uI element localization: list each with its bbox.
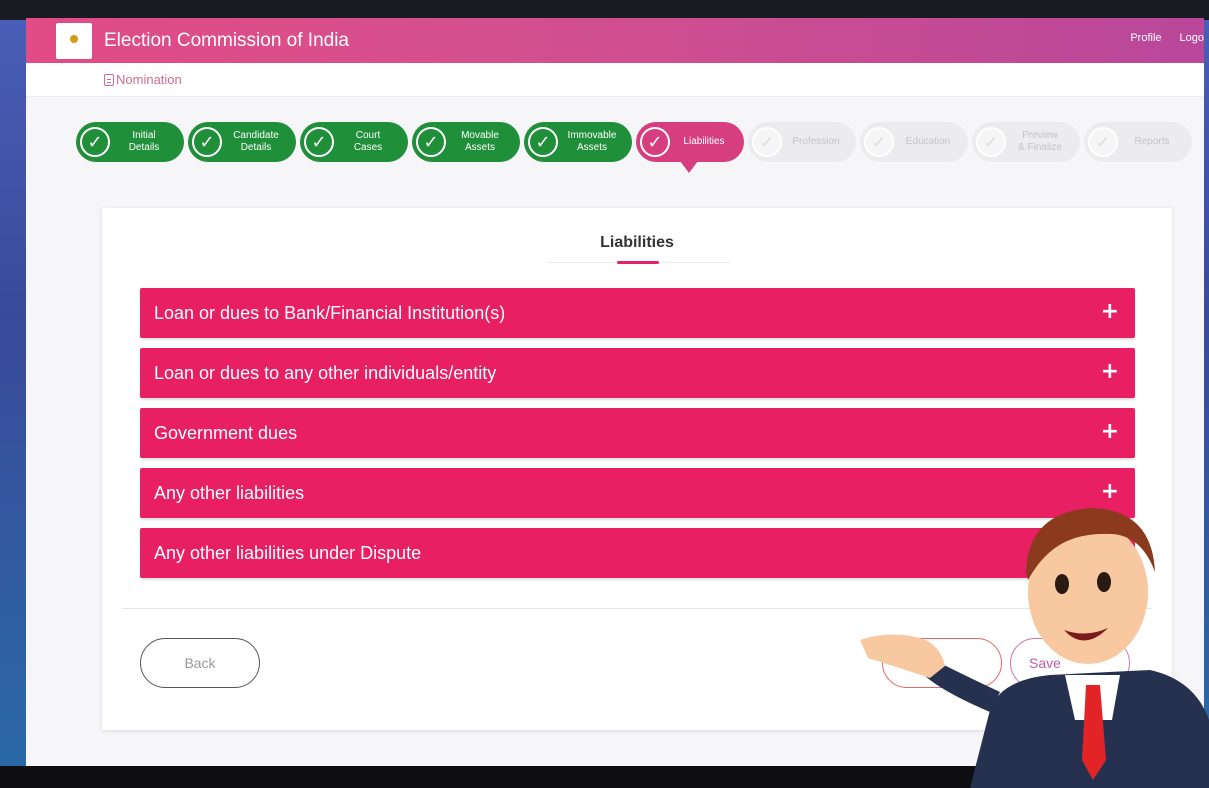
title-underline: [617, 261, 659, 264]
sub-header: Nomination: [26, 63, 1204, 97]
breadcrumb-label: Nomination: [116, 72, 182, 87]
plus-icon[interactable]: +: [1101, 300, 1119, 324]
accordion-label: Government dues: [154, 422, 298, 443]
eci-logo: [56, 22, 92, 59]
plus-icon[interactable]: +: [1101, 360, 1119, 384]
step-profession[interactable]: ✓ Profession: [748, 122, 856, 162]
progress-stepper: ✓ Initial Details ✓ Candidate Details ✓ …: [76, 122, 1192, 173]
accordion-government-dues[interactable]: Government dues +: [140, 408, 1135, 458]
check-icon: ✓: [752, 127, 782, 157]
app-title: Election Commission of India: [104, 29, 349, 51]
header-bar: Election Commission of India Profile Log…: [26, 18, 1204, 63]
accordion-label: Loan or dues to Bank/Financial Instituti…: [154, 302, 506, 323]
monitor-frame-top: [0, 0, 1209, 20]
check-icon: ✓: [304, 127, 334, 157]
plus-icon[interactable]: +: [1101, 420, 1119, 444]
waving-hand: [860, 634, 945, 678]
accordion-label: Any other liabilities under Dispute: [154, 542, 422, 563]
check-icon: ✓: [640, 127, 670, 157]
check-icon: ✓: [80, 127, 110, 157]
check-icon: ✓: [528, 127, 558, 157]
step-label: Initial Details: [128, 130, 160, 153]
step-liabilities[interactable]: ✓ Liabilities: [636, 122, 744, 173]
check-icon: ✓: [1088, 127, 1118, 157]
step-label: Profession: [792, 136, 840, 147]
step-label: Liabilities: [683, 136, 725, 147]
step-court-cases[interactable]: ✓ Court Cases: [300, 122, 408, 162]
step-label: Preview & Finalize: [1018, 130, 1062, 153]
document-icon: [104, 73, 114, 86]
page-title: Liabilities: [600, 234, 674, 251]
step-candidate-details[interactable]: ✓ Candidate Details: [188, 122, 296, 162]
check-icon: ✓: [976, 127, 1006, 157]
top-links: Profile Logo: [1130, 32, 1204, 44]
step-label: Candidate Details: [233, 130, 279, 153]
logo-emblem-icon: [70, 34, 78, 43]
step-initial-details[interactable]: ✓ Initial Details: [76, 122, 184, 162]
profile-link[interactable]: Profile: [1130, 32, 1161, 44]
step-preview-finalize[interactable]: ✓ Preview & Finalize: [972, 122, 1080, 162]
presenter-mascot: [860, 508, 1209, 788]
back-button[interactable]: Back: [140, 638, 260, 688]
accordion-bank-loans[interactable]: Loan or dues to Bank/Financial Instituti…: [140, 288, 1135, 338]
step-education[interactable]: ✓ Education: [860, 122, 968, 162]
step-label: Court Cases: [353, 130, 383, 153]
step-immovable-assets[interactable]: ✓ Immovable Assets: [524, 122, 632, 162]
step-movable-assets[interactable]: ✓ Movable Assets: [412, 122, 520, 162]
step-label: Movable Assets: [461, 130, 499, 153]
step-label: Immovable Assets: [567, 130, 617, 153]
right-eye: [1097, 572, 1111, 592]
check-icon: ✓: [864, 127, 894, 157]
step-label: Reports: [1134, 136, 1170, 147]
step-label: Education: [905, 136, 951, 147]
breadcrumb[interactable]: Nomination: [104, 72, 182, 87]
accordion-label: Any other liabilities: [154, 482, 305, 503]
check-icon: ✓: [416, 127, 446, 157]
accordion-label: Loan or dues to any other individuals/en…: [154, 362, 497, 383]
check-icon: ✓: [192, 127, 222, 157]
left-eye: [1055, 574, 1069, 594]
accordion-individual-loans[interactable]: Loan or dues to any other individuals/en…: [140, 348, 1135, 398]
step-reports[interactable]: ✓ Reports: [1084, 122, 1192, 162]
logout-link[interactable]: Logo: [1180, 32, 1204, 44]
